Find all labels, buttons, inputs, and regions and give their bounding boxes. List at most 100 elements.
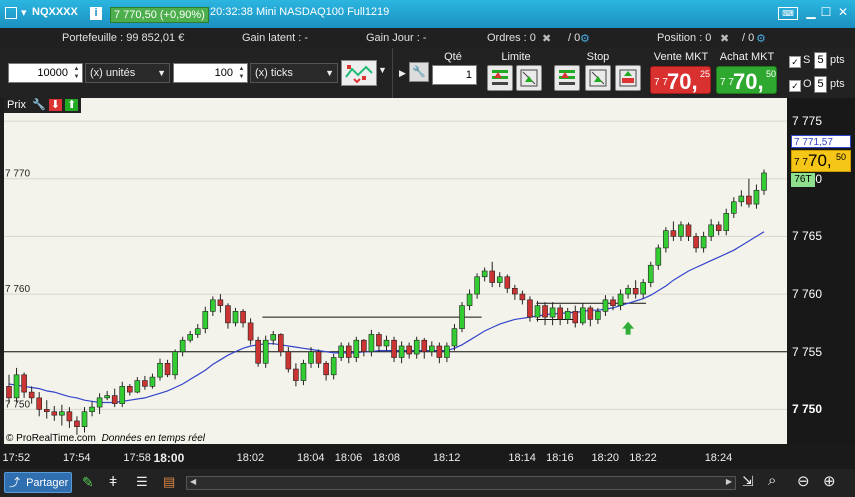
stop-sell-icon [589, 69, 607, 87]
last-price-prefix: 7 7 [794, 157, 808, 168]
add-panel-icon[interactable]: ⬆ [65, 99, 79, 111]
stop-buy-button[interactable] [554, 65, 580, 91]
maximize-button[interactable]: ☐ [819, 5, 833, 19]
candle [730, 197, 737, 218]
stop-points-unit: pts [830, 54, 845, 66]
candle [164, 359, 171, 378]
zoom-in-icon[interactable]: ⊕ [823, 472, 836, 490]
candle [708, 219, 714, 242]
strategy-button[interactable] [341, 60, 377, 86]
y-tick-label: 7 765 [792, 229, 823, 244]
close-button[interactable]: ✕ [836, 5, 850, 19]
remove-panel-icon[interactable]: ⬇ [48, 99, 62, 111]
symbol-name[interactable]: NQXXXX [32, 6, 78, 18]
share-icon: ⤴ [9, 477, 20, 489]
zoom-out-icon[interactable]: ⊖ [797, 472, 810, 490]
objective-checkbox-label: O [803, 78, 812, 90]
candle [512, 284, 518, 300]
bottom-toolbar: ⤴ Partager ✎ ǂ ☰ ▤ ◀ ▶ ⇲ ⌕ ⊖ ⊕ [0, 469, 855, 497]
objective-points-field[interactable]: 5 [814, 76, 827, 93]
share-button[interactable]: ⤴ Partager [4, 472, 72, 493]
sell-market-button[interactable]: 7 7 70, 25 [650, 66, 711, 94]
candle [315, 349, 322, 368]
position-total: / 0 [742, 32, 755, 44]
title-bar: ▾ NQXXXX i 7 770,50 (+0,90%) 20:32:38 Mi… [0, 0, 855, 29]
last-price-suffix: 50 [836, 152, 847, 162]
ticks-unit-select[interactable]: (x) ticks ▼ [250, 63, 338, 83]
x-tick-label: 18:12 [432, 452, 461, 464]
x-tick-label: 18:02 [236, 452, 265, 464]
amount-field[interactable]: 10000 ▲ ▼ [8, 63, 83, 83]
bars-icon[interactable]: ▤ [163, 474, 175, 490]
limit-sell-button[interactable] [516, 65, 542, 91]
symbol-dropdown-icon[interactable]: ▾ [21, 6, 27, 19]
stop-checkbox[interactable]: ✓ [789, 56, 801, 68]
drawing-tool-icon[interactable]: ✎ [82, 474, 94, 491]
limit-buy-button[interactable] [487, 65, 513, 91]
candle [746, 178, 752, 208]
candle [625, 284, 631, 299]
unrealized-gain: Gain latent : - [242, 32, 309, 44]
buy-signal-arrow[interactable] [622, 321, 635, 335]
limit-sell-icon [520, 69, 538, 87]
amount-spinner-icon[interactable]: ▲ ▼ [72, 65, 81, 81]
sell-market-label: Vente MKT [653, 51, 709, 63]
candle [413, 336, 420, 359]
strategy-icon [345, 65, 373, 84]
time-axis[interactable]: 17:52 17:54 17:58 18:00 18:02 18:04 18:06 18:08… [0, 444, 855, 469]
position-settings-icon[interactable]: ⚙ [756, 32, 766, 45]
candle [353, 336, 360, 363]
ticks-field[interactable]: 100 ▲ ▼ [173, 63, 248, 83]
unit-select[interactable]: (x) unités ▼ [85, 63, 170, 83]
strategy-dropdown-icon[interactable]: ▼ [378, 65, 387, 75]
wrench-icon[interactable]: 🔧 [32, 99, 46, 111]
stop-points-field[interactable]: 5 [814, 52, 827, 69]
fit-chart-icon[interactable]: ⇲ [742, 473, 754, 490]
price-panel-header: Prix 🔧 ⬇ ⬆ [4, 98, 82, 113]
candle [210, 296, 216, 316]
candle [96, 393, 103, 415]
candlestick-chart-svg[interactable]: 7 7707 7607 750 [4, 98, 787, 444]
list-icon[interactable]: ☰ [136, 474, 148, 490]
candle [376, 332, 382, 352]
candle [43, 400, 50, 419]
candle [685, 222, 692, 242]
chevron-down-icon: ▼ [325, 68, 334, 78]
toolbar-divider [392, 48, 393, 98]
daily-gain: Gain Jour : - [366, 32, 427, 44]
price-chart[interactable]: 7 770 7 760 7 750 Prix 🔧 ⬇ ⬆ © ProRealTime… [4, 98, 787, 444]
qty-label: Qté [444, 51, 462, 63]
zoom-fit-icon[interactable]: ⌕ [768, 472, 776, 489]
ticks-spinner-icon[interactable]: ▲ ▼ [237, 65, 246, 81]
horizontal-scrollbar[interactable]: ◀ ▶ [186, 476, 736, 490]
stop-limit-button[interactable] [615, 65, 641, 91]
candle [481, 267, 488, 282]
credit-text: © ProRealTime.com [6, 433, 96, 444]
candle [255, 336, 261, 367]
keyboard-icon[interactable]: ⌨ [778, 7, 798, 20]
wrench-icon[interactable]: 🔧 [409, 62, 429, 82]
info-icon[interactable]: i [90, 7, 102, 20]
candle [81, 407, 88, 433]
x-tick-label: 18:22 [629, 452, 657, 464]
candle [240, 309, 246, 328]
qty-input[interactable]: 1 [432, 65, 477, 85]
scroll-left-icon[interactable]: ◀ [190, 477, 196, 486]
minimize-button[interactable]: ▁ [804, 5, 818, 19]
stop-limit-icon [619, 69, 637, 87]
orders-close-icon[interactable]: ✖ [542, 32, 551, 45]
candle [715, 221, 722, 236]
position-close-icon[interactable]: ✖ [720, 32, 729, 45]
candle [104, 390, 110, 401]
candle [247, 318, 254, 345]
candle [617, 289, 624, 311]
expand-arrow-icon[interactable]: ▶ [399, 68, 406, 79]
orders-settings-icon[interactable]: ⚙ [580, 32, 590, 45]
scroll-right-icon[interactable]: ▶ [726, 477, 732, 486]
candle [277, 333, 284, 357]
buy-market-button[interactable]: 7 7 70, 50 [716, 66, 777, 94]
stop-sell-button[interactable] [585, 65, 611, 91]
indicator-icon[interactable]: ǂ [109, 473, 117, 489]
price-axis[interactable]: 7 7507 7557 7607 7657 7707 775 7 771,57 … [787, 98, 855, 444]
objective-checkbox[interactable]: ✓ [789, 80, 801, 92]
